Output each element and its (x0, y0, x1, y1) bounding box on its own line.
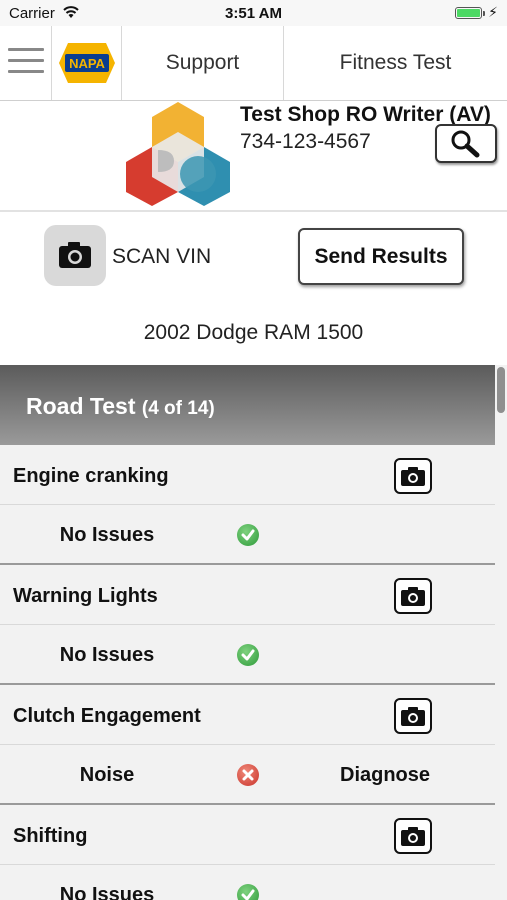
section-count: (4 of 14) (141, 398, 215, 419)
camera-icon (401, 707, 425, 726)
list-item-result[interactable]: Noise Diagnose (0, 745, 495, 805)
scan-vin-label[interactable]: SCAN VIN (112, 245, 211, 269)
scrollbar-thumb[interactable] (497, 367, 505, 413)
list-item-title: Clutch Engagement (0, 685, 495, 745)
photo-button[interactable] (394, 458, 432, 494)
photo-button[interactable] (394, 698, 432, 734)
list-item-title: Engine cranking (0, 445, 495, 505)
camera-icon (401, 827, 425, 846)
check-icon (237, 524, 259, 546)
shop-phone[interactable]: 734-123-4567 (240, 130, 371, 154)
section-header: Road Test (4 of 14) (0, 365, 507, 445)
item-label: Warning Lights (13, 585, 158, 607)
result-status: Noise (79, 764, 135, 786)
result-status: No Issues (59, 644, 155, 666)
search-icon (451, 130, 480, 158)
list-item-title: Shifting (0, 805, 495, 865)
result-status: No Issues (59, 884, 155, 900)
list-item-result[interactable]: No Issues (0, 865, 495, 900)
item-label: Engine cranking (13, 465, 169, 487)
napa-logo: NAPA (52, 26, 122, 100)
inspection-list: Engine cranking No Issues Warning Lights… (0, 445, 495, 900)
clock: 3:51 AM (225, 5, 282, 22)
tab-fitness-test[interactable]: Fitness Test (284, 26, 507, 100)
battery-icon (455, 7, 485, 19)
napa-logo-text: NAPA (69, 56, 105, 71)
nav-bar: NAPA Support Fitness Test (0, 26, 507, 101)
camera-icon (59, 242, 91, 268)
search-button[interactable] (435, 124, 497, 163)
camera-icon (401, 467, 425, 486)
shop-logo (126, 102, 230, 206)
vehicle-name: 2002 Dodge RAM 1500 (143, 321, 364, 344)
list-item-result[interactable]: No Issues (0, 625, 495, 685)
charging-icon: ⚡ (488, 4, 498, 20)
list-item-title: Warning Lights (0, 565, 495, 625)
menu-button[interactable] (0, 26, 52, 100)
shop-header: Test Shop RO Writer (AV) 734-123-4567 (0, 100, 507, 212)
check-icon (237, 884, 259, 900)
section-title-wrap: Road Test (4 of 14) (26, 393, 215, 420)
item-label: Clutch Engagement (13, 705, 201, 727)
error-icon (237, 764, 259, 786)
tab-support[interactable]: Support (122, 26, 284, 100)
camera-icon (401, 587, 425, 606)
diagnose-link[interactable]: Diagnose (340, 764, 430, 787)
result-status: No Issues (59, 524, 155, 546)
check-icon (237, 644, 259, 666)
send-results-button[interactable]: Send Results (298, 228, 464, 285)
photo-button[interactable] (394, 578, 432, 614)
list-item-result[interactable]: No Issues (0, 505, 495, 565)
status-bar: Carrier 3:51 AM ⚡ (0, 0, 507, 26)
section-title: Road Test (26, 393, 136, 419)
item-label: Shifting (13, 825, 88, 847)
photo-button[interactable] (394, 818, 432, 854)
scrollbar[interactable] (495, 365, 507, 900)
scan-vin-button[interactable] (44, 225, 106, 286)
